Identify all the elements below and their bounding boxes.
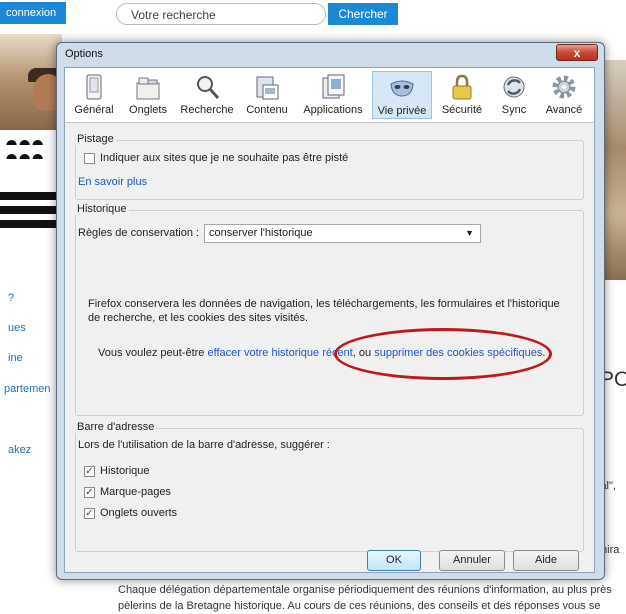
tab-search[interactable]: Recherche	[177, 71, 237, 119]
tab-label: Contenu	[246, 104, 288, 116]
history-description-2: de recherche, et les cookies des sites v…	[88, 312, 309, 324]
tab-label: Sécurité	[441, 104, 483, 116]
tracking-group: Pistage Indiquer aux sites que je ne sou…	[75, 133, 584, 200]
help-button[interactable]: Aide	[513, 550, 579, 571]
suggestion-prefix: Vous voulez peut-être	[98, 347, 208, 359]
address-bar-group: Barre d'adresse Lors de l'utilisation de…	[75, 421, 584, 552]
retention-rules-label: Règles de conservation :	[78, 227, 200, 239]
do-not-track-checkbox[interactable]	[84, 153, 95, 164]
learn-more-link[interactable]: En savoir plus	[78, 176, 147, 188]
history-description: Firefox conservera les données de naviga…	[88, 298, 560, 310]
tab-privacy[interactable]: Vie privée	[372, 71, 432, 119]
page-body-text: Chaque délégation départementale organis…	[118, 582, 626, 614]
banner-image	[0, 34, 64, 130]
select-value: conserver l'historique	[209, 227, 313, 239]
bookmarks-checkbox-label[interactable]: Marque-pages	[100, 486, 171, 498]
dialog-content: Général Onglets Recherche Contenu Applic…	[64, 67, 595, 573]
content-icon	[254, 73, 280, 101]
side-link[interactable]: partemen	[4, 383, 50, 395]
tab-sync[interactable]: Sync	[492, 71, 536, 119]
history-checkbox[interactable]: ✓	[84, 466, 95, 477]
lock-icon	[449, 73, 475, 101]
tab-label: Onglets	[129, 104, 167, 116]
options-dialog: Options x Général Onglets Recherche Cont…	[56, 42, 605, 580]
site-search-button[interactable]: Chercher	[328, 3, 398, 25]
open-tabs-checkbox-label[interactable]: Onglets ouverts	[100, 507, 177, 519]
site-search-input[interactable]: Votre recherche	[116, 3, 326, 25]
sync-icon	[501, 73, 527, 101]
tab-label: Recherche	[180, 104, 234, 116]
tab-advanced[interactable]: Avancé	[539, 71, 589, 119]
highlight-ellipse	[334, 328, 552, 380]
body-line: Chaque délégation départementale organis…	[118, 584, 612, 596]
tab-security[interactable]: Sécurité	[436, 71, 488, 119]
do-not-track-label[interactable]: Indiquer aux sites que je ne souhaite pa…	[100, 152, 348, 164]
dialog-titlebar[interactable]: Options x	[57, 43, 604, 67]
ok-button[interactable]: OK	[367, 550, 421, 571]
gear-icon	[551, 73, 577, 101]
tab-general[interactable]: Général	[69, 71, 119, 119]
mask-icon	[389, 74, 415, 102]
tab-label: Sync	[501, 104, 527, 116]
ermine-icon: ⯊⯊⯊ ⯊⯊⯊	[6, 137, 46, 167]
search-icon	[194, 73, 220, 101]
history-checkbox-label[interactable]: Historique	[100, 465, 150, 477]
group-title: Pistage	[75, 133, 116, 145]
preferences-toolbar: Général Onglets Recherche Contenu Applic…	[65, 68, 594, 123]
close-button[interactable]: x	[556, 44, 598, 61]
tab-tabs[interactable]: Onglets	[123, 71, 173, 119]
tab-label: Vie privée	[377, 105, 427, 117]
group-title: Historique	[75, 203, 129, 215]
applications-icon	[320, 73, 346, 101]
side-link[interactable]: ?	[8, 292, 14, 304]
tab-applications[interactable]: Applications	[297, 71, 369, 119]
group-title: Barre d'adresse	[75, 421, 157, 433]
chevron-down-icon: ▼	[465, 228, 474, 238]
tab-label: Général	[74, 104, 114, 116]
history-group: Historique Règles de conservation : cons…	[75, 203, 584, 416]
connexion-button[interactable]: connexion	[0, 2, 66, 24]
cancel-button[interactable]: Annuler	[439, 550, 505, 571]
side-link[interactable]: ine	[8, 352, 23, 364]
side-link[interactable]: ues	[8, 322, 26, 334]
tabs-icon	[135, 73, 161, 101]
bookmarks-checkbox[interactable]: ✓	[84, 487, 95, 498]
suggest-label: Lors de l'utilisation de la barre d'adre…	[78, 439, 330, 451]
tab-content[interactable]: Contenu	[241, 71, 293, 119]
body-line: pèlerins de la Bretagne historique. Au c…	[118, 600, 601, 612]
clear-history-link[interactable]: effacer votre historique récent	[207, 347, 352, 359]
general-icon	[81, 73, 107, 101]
side-link[interactable]: akez	[8, 444, 31, 456]
dialog-title: Options	[65, 48, 103, 60]
open-tabs-checkbox[interactable]: ✓	[84, 508, 95, 519]
tab-label: Applications	[303, 104, 363, 116]
tab-label: Avancé	[545, 104, 583, 116]
retention-rules-select[interactable]: conserver l'historique ▼	[204, 224, 481, 243]
